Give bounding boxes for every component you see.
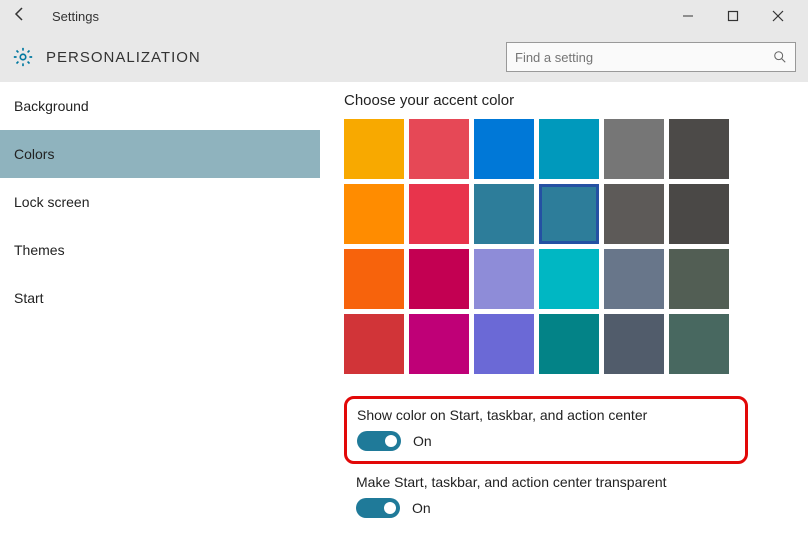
highlighted-setting: Show color on Start, taskbar, and action… [344, 396, 748, 464]
color-swatch[interactable] [669, 249, 729, 309]
color-swatch[interactable] [474, 314, 534, 374]
show-color-label: Show color on Start, taskbar, and action… [357, 407, 735, 423]
sidebar-item-label: Lock screen [14, 194, 89, 210]
color-swatch[interactable] [474, 184, 534, 244]
back-button[interactable] [8, 6, 32, 27]
color-swatch[interactable] [344, 184, 404, 244]
sidebar-item-themes[interactable]: Themes [0, 226, 320, 274]
sidebar-item-label: Colors [14, 146, 54, 162]
color-swatch[interactable] [539, 119, 599, 179]
sidebar-item-label: Themes [14, 242, 65, 258]
content-panel: Choose your accent color Show color on S… [320, 82, 808, 559]
minimize-button[interactable] [665, 0, 710, 32]
color-swatch[interactable] [539, 249, 599, 309]
search-icon [773, 50, 787, 64]
sidebar: Background Colors Lock screen Themes Sta… [0, 82, 320, 559]
color-swatch[interactable] [409, 184, 469, 244]
sidebar-item-colors[interactable]: Colors [0, 130, 320, 178]
transparent-toggle[interactable] [356, 498, 400, 518]
window-controls [665, 0, 800, 32]
color-swatch[interactable] [669, 184, 729, 244]
color-swatch[interactable] [409, 314, 469, 374]
color-swatch[interactable] [344, 119, 404, 179]
color-swatch[interactable] [669, 314, 729, 374]
color-swatch[interactable] [604, 249, 664, 309]
color-swatch[interactable] [474, 249, 534, 309]
color-swatch[interactable] [539, 314, 599, 374]
close-button[interactable] [755, 0, 800, 32]
sidebar-item-label: Start [14, 290, 44, 306]
color-swatch[interactable] [604, 184, 664, 244]
transparent-label: Make Start, taskbar, and action center t… [356, 474, 788, 490]
sidebar-item-label: Background [14, 98, 89, 114]
color-swatch[interactable] [669, 119, 729, 179]
color-swatch[interactable] [604, 119, 664, 179]
titlebar: Settings [0, 0, 808, 32]
sidebar-item-background[interactable]: Background [0, 82, 320, 130]
color-swatch[interactable] [344, 249, 404, 309]
color-swatch[interactable] [344, 314, 404, 374]
color-swatch[interactable] [409, 119, 469, 179]
color-swatch[interactable] [539, 184, 599, 244]
show-color-state: On [413, 433, 432, 449]
sidebar-item-start[interactable]: Start [0, 274, 320, 322]
color-swatch[interactable] [474, 119, 534, 179]
header: PERSONALIZATION [0, 32, 808, 82]
maximize-button[interactable] [710, 0, 755, 32]
search-box[interactable] [506, 42, 796, 72]
search-input[interactable] [515, 50, 773, 65]
window-title: Settings [52, 9, 665, 24]
transparent-state: On [412, 500, 431, 516]
accent-color-title: Choose your accent color [344, 92, 788, 109]
color-swatch[interactable] [409, 249, 469, 309]
color-swatch-grid [344, 119, 788, 374]
sidebar-item-lock-screen[interactable]: Lock screen [0, 178, 320, 226]
color-swatch[interactable] [604, 314, 664, 374]
show-color-toggle[interactable] [357, 431, 401, 451]
category-title: PERSONALIZATION [46, 49, 506, 66]
gear-icon [12, 46, 34, 68]
